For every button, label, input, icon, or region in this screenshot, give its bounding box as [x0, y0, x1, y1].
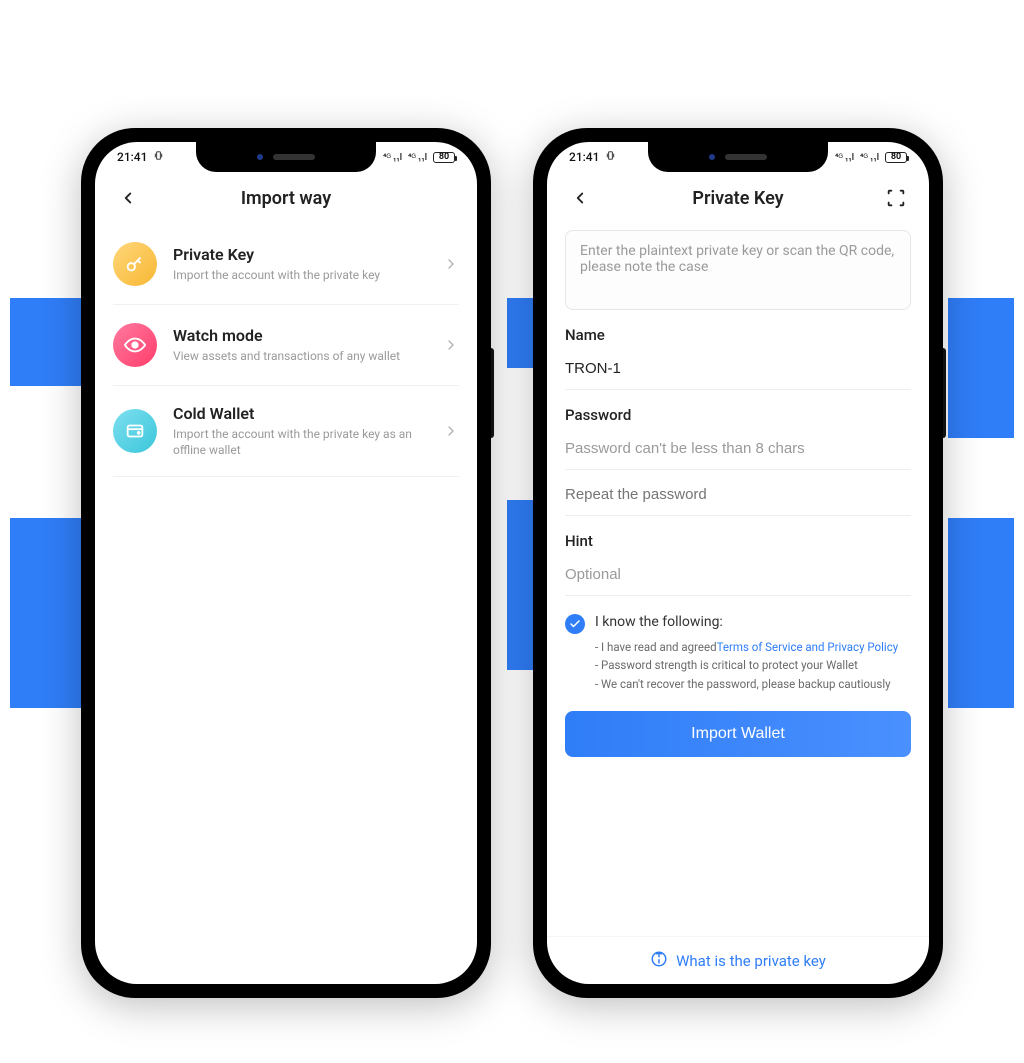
app-bar: Import way — [95, 172, 477, 224]
status-time: 21:41 — [117, 150, 147, 164]
phone-notch — [196, 142, 376, 172]
app-bar: Private Key — [547, 172, 929, 224]
password-input[interactable] — [565, 432, 911, 470]
page-title: Private Key — [692, 188, 783, 209]
ack-line-2: - Password strength is critical to prote… — [595, 656, 911, 674]
phone-private-key: 21:41 ⁴ᴳ ₁₁l ⁴ᴳ ₁₁l 80 — [533, 128, 943, 998]
status-time: 21:41 — [569, 150, 599, 164]
option-subtitle: View assets and transactions of any wall… — [173, 349, 427, 365]
option-subtitle: Import the account with the private key … — [173, 427, 427, 458]
hint-label: Hint — [565, 532, 911, 550]
signal-icon: ⁴ᴳ ₁₁l — [835, 152, 854, 163]
page-title: Import way — [241, 188, 331, 209]
repeat-password-input[interactable] — [565, 476, 911, 516]
eye-icon — [113, 323, 157, 367]
help-icon — [650, 950, 668, 972]
option-title: Private Key — [173, 245, 427, 264]
chevron-right-icon — [443, 423, 459, 439]
signal-icon: ⁴ᴳ ₁₁l — [408, 152, 427, 163]
battery-icon: 80 — [885, 152, 907, 163]
name-label: Name — [565, 326, 911, 344]
option-title: Watch mode — [173, 326, 427, 345]
what-is-private-key-link[interactable]: What is the private key — [547, 936, 929, 984]
option-subtitle: Import the account with the private key — [173, 268, 427, 284]
vibrate-icon — [153, 150, 164, 164]
footer-link-label: What is the private key — [676, 952, 826, 970]
battery-icon: 80 — [433, 152, 455, 163]
chevron-right-icon — [443, 337, 459, 353]
ack-line-1: - I have read and agreedTerms of Service… — [595, 638, 911, 656]
back-button[interactable] — [565, 183, 595, 213]
hint-input[interactable] — [565, 558, 911, 596]
signal-icon: ⁴ᴳ ₁₁l — [860, 152, 879, 163]
option-title: Cold Wallet — [173, 404, 427, 423]
terms-link[interactable]: Terms of Service and Privacy Policy — [717, 640, 899, 654]
option-watch-mode[interactable]: Watch mode View assets and transactions … — [113, 305, 459, 386]
password-label: Password — [565, 406, 911, 424]
import-wallet-button[interactable]: Import Wallet — [565, 711, 911, 757]
option-cold-wallet[interactable]: Cold Wallet Import the account with the … — [113, 386, 459, 477]
vibrate-icon — [605, 150, 616, 164]
acknowledge-checkbox[interactable] — [565, 614, 585, 634]
name-input[interactable] — [565, 352, 911, 390]
ack-line-3: - We can't recover the password, please … — [595, 675, 911, 693]
chevron-right-icon — [443, 256, 459, 272]
option-private-key[interactable]: Private Key Import the account with the … — [113, 224, 459, 305]
private-key-textarea[interactable]: Enter the plaintext private key or scan … — [565, 230, 911, 310]
scan-button[interactable] — [881, 183, 911, 213]
key-icon — [113, 242, 157, 286]
acknowledge-title: I know the following: — [595, 614, 911, 630]
phone-notch — [648, 142, 828, 172]
back-button[interactable] — [113, 183, 143, 213]
wallet-icon — [113, 409, 157, 453]
phone-import-way: 21:41 ⁴ᴳ ₁₁l ⁴ᴳ ₁₁l 80 — [81, 128, 491, 998]
signal-icon: ⁴ᴳ ₁₁l — [383, 152, 402, 163]
